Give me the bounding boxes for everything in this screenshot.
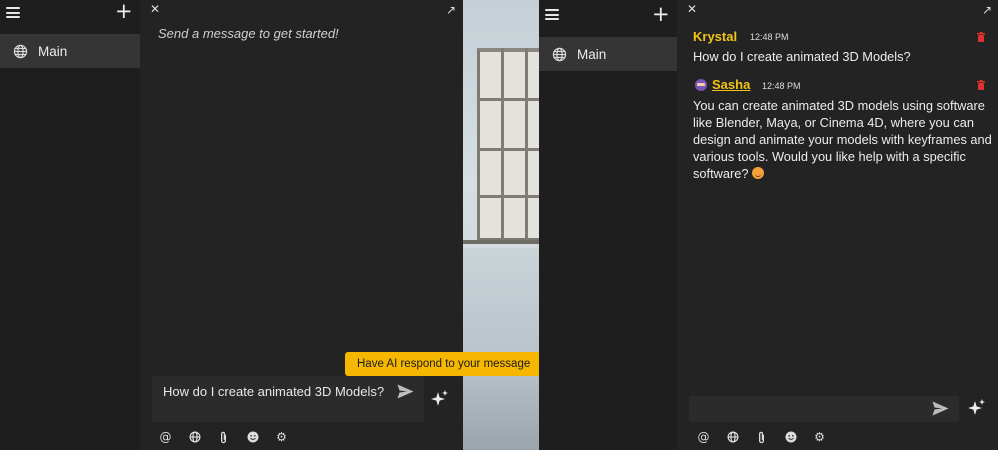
ai-sparkle-icon[interactable] (968, 399, 986, 417)
message-time: 12:48 PM (762, 81, 801, 91)
background-window-photo (463, 0, 539, 450)
paperclip-icon[interactable] (754, 430, 769, 444)
message-input[interactable]: How do I create animated 3D Models? (152, 376, 424, 422)
trash-icon[interactable] (977, 80, 985, 90)
sidebar-header: + (539, 0, 677, 30)
sidebar-header: + (0, 0, 140, 30)
emoji-icon[interactable] (783, 430, 798, 444)
message-input-text: How do I create animated 3D Models? (163, 384, 385, 399)
sidebar-item-main[interactable]: Main (0, 34, 140, 68)
globe-icon (552, 47, 567, 61)
right-chat-panel: ✕ ↗ Krystal 12:48 PM How do I create ani… (677, 0, 998, 450)
ai-sparkle-icon[interactable] (431, 390, 449, 408)
popout-icon[interactable]: ↗ (982, 3, 992, 17)
close-icon[interactable]: ✕ (150, 2, 160, 16)
message-author[interactable]: Sasha (712, 77, 750, 92)
trash-icon[interactable] (977, 32, 985, 42)
paperclip-icon[interactable] (216, 430, 231, 444)
send-icon[interactable] (397, 384, 414, 399)
emoji-icon[interactable] (245, 430, 260, 444)
plus-icon[interactable]: + (115, 1, 133, 22)
ai-respond-tooltip: Have AI respond to your message (345, 352, 543, 376)
send-icon[interactable] (932, 401, 949, 416)
message-input[interactable] (689, 396, 959, 422)
globe-icon (13, 44, 28, 58)
smile-emoji-icon (752, 167, 765, 179)
popout-icon[interactable]: ↗ (446, 3, 456, 17)
sidebar-item-label: Main (38, 43, 68, 59)
empty-state-text: Send a message to get started! (158, 26, 339, 41)
globe-icon[interactable] (725, 430, 740, 444)
composer-toolbar: @ ⚙ (696, 430, 827, 444)
at-icon[interactable]: @ (158, 430, 173, 444)
message-time: 12:48 PM (750, 32, 789, 42)
at-icon[interactable]: @ (696, 430, 711, 444)
left-chat-panel: ✕ ↗ Send a message to get started! How d… (140, 0, 463, 450)
right-sidebar: + Main (539, 0, 677, 450)
globe-icon[interactable] (187, 430, 202, 444)
composer-toolbar: @ ⚙ (158, 430, 289, 444)
gear-icon[interactable]: ⚙ (274, 430, 289, 444)
avatar (695, 79, 707, 91)
hamburger-icon[interactable] (545, 9, 559, 20)
message-text: How do I create animated 3D Models? (693, 49, 911, 64)
left-sidebar: + Main (0, 0, 140, 450)
message-author[interactable]: Krystal (693, 29, 737, 44)
gear-icon[interactable]: ⚙ (812, 430, 827, 444)
close-icon[interactable]: ✕ (687, 2, 697, 16)
plus-icon[interactable]: + (652, 4, 670, 25)
hamburger-icon[interactable] (6, 7, 20, 18)
sidebar-item-label: Main (577, 46, 607, 62)
sidebar-item-main[interactable]: Main (539, 37, 677, 71)
message-text: You can create animated 3D models using … (693, 98, 992, 181)
